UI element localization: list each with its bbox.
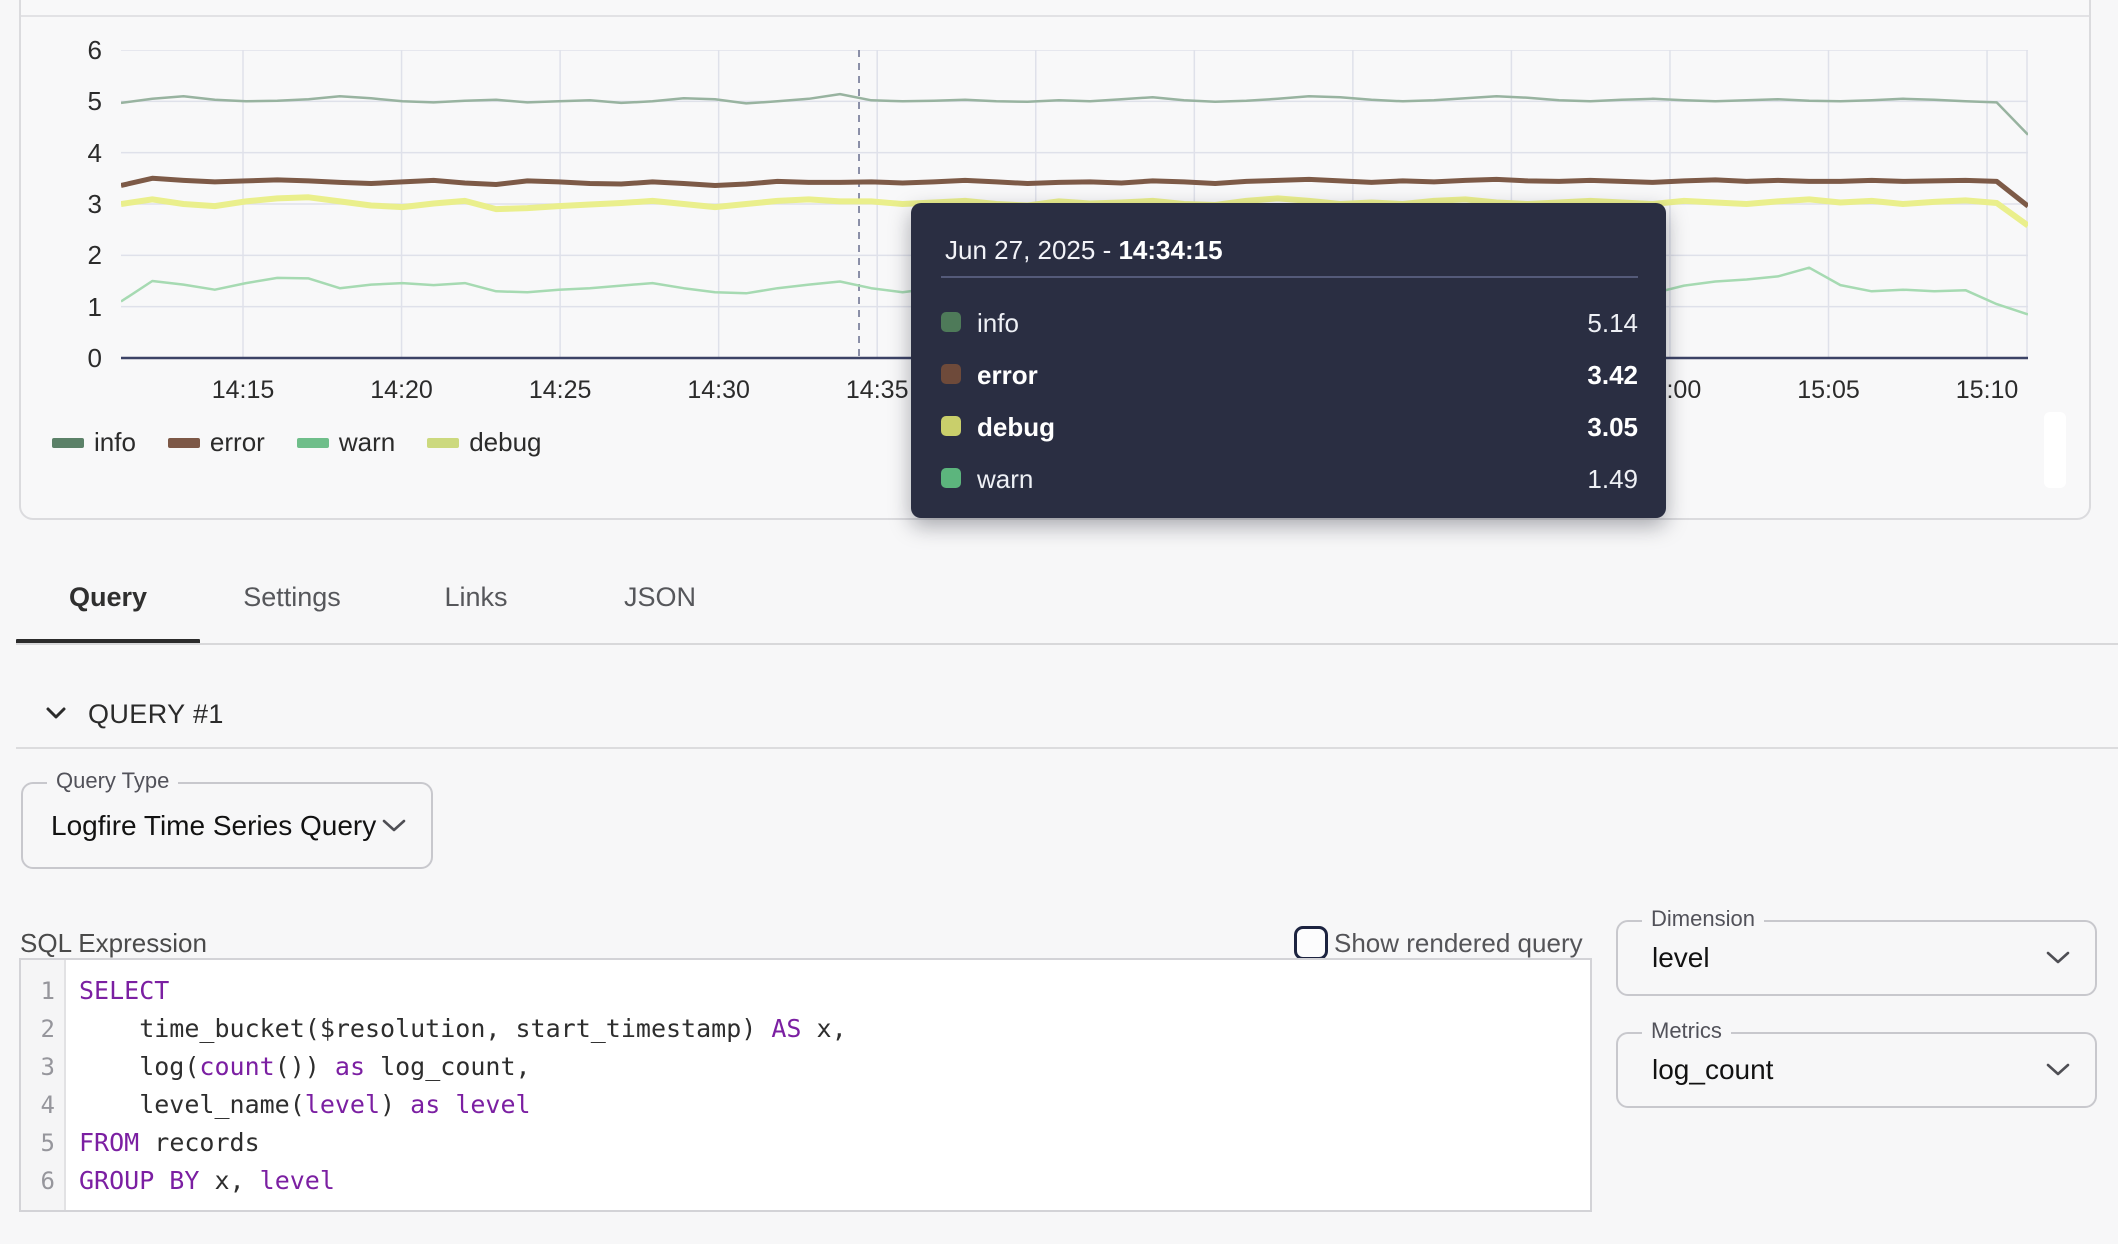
- dimension-value: level: [1652, 922, 1710, 994]
- tooltip-swatch: [941, 468, 961, 488]
- sql-code[interactable]: SELECT time_bucket($resolution, start_ti…: [68, 960, 1590, 1210]
- tooltip-series-value: 5.14: [1587, 310, 1638, 336]
- code-line: SELECT: [79, 972, 1590, 1010]
- legend-swatch: [168, 438, 200, 448]
- x-axis-tick-label: 15:10: [1942, 375, 2032, 405]
- tooltip-series-label: error: [977, 362, 1038, 388]
- chevron-down-icon: [2045, 950, 2071, 971]
- tooltip-divider: [941, 276, 1638, 278]
- tooltip-swatch: [941, 312, 961, 332]
- metrics-select[interactable]: Metrics log_count: [1616, 1032, 2097, 1108]
- line-number: 2: [21, 1010, 64, 1048]
- chart-tooltip: Jun 27, 2025 - 14:34:15 info 5.14 error 3.4…: [911, 203, 1666, 518]
- tooltip-series-value: 3.05: [1587, 414, 1638, 440]
- tab-settings[interactable]: Settings: [200, 577, 384, 617]
- y-axis-tick-label: 6: [40, 34, 102, 66]
- line-number: 6: [21, 1162, 64, 1200]
- y-axis-tick-label: 2: [40, 239, 102, 271]
- code-line: time_bucket($resolution, start_timestamp…: [79, 1010, 1590, 1048]
- line-number-gutter: 123456: [21, 960, 66, 1210]
- chart-legend: info error warn debug: [52, 427, 542, 458]
- code-line: level_name(level) as level: [79, 1086, 1590, 1124]
- line-number: 3: [21, 1048, 64, 1086]
- x-axis-tick-label: 15:05: [1784, 375, 1874, 405]
- query-type-select[interactable]: Query Type Logfire Time Series Query: [21, 782, 433, 869]
- series-line-info: [121, 94, 2028, 135]
- legend-swatch: [297, 438, 329, 448]
- y-axis-tick-label: 5: [40, 85, 102, 117]
- tab-query[interactable]: Query: [16, 577, 200, 617]
- code-line: GROUP BY x, level: [79, 1162, 1590, 1200]
- legend-label: info: [94, 427, 136, 458]
- line-number: 5: [21, 1124, 64, 1162]
- legend-item-error[interactable]: error: [168, 427, 265, 458]
- query-type-value: Logfire Time Series Query: [51, 784, 376, 867]
- y-axis-tick-label: 0: [40, 342, 102, 374]
- tooltip-series-value: 1.49: [1587, 466, 1638, 492]
- sql-editor[interactable]: 123456 SELECT time_bucket($resolution, s…: [19, 958, 1592, 1212]
- x-axis-tick-label: 14:25: [515, 375, 605, 405]
- line-number: 4: [21, 1086, 64, 1124]
- query-section-divider: [16, 747, 2118, 749]
- show-rendered-query-label: Show rendered query: [1334, 928, 1583, 959]
- legend-item-info[interactable]: info: [52, 427, 136, 458]
- y-axis-tick-label: 4: [40, 137, 102, 169]
- tab-links[interactable]: Links: [384, 577, 568, 617]
- chevron-down-icon: [2045, 1062, 2071, 1083]
- tooltip-series-label: warn: [977, 466, 1033, 492]
- legend-label: debug: [469, 427, 541, 458]
- tooltip-row-error: error 3.42: [941, 362, 1638, 388]
- tab-bar-rule: [16, 643, 2118, 645]
- panel-header-divider: [21, 15, 2089, 17]
- tooltip-swatch: [941, 364, 961, 384]
- legend-swatch: [427, 438, 459, 448]
- chevron-down-icon[interactable]: [45, 706, 67, 725]
- tooltip-row-debug: debug 3.05: [941, 414, 1638, 440]
- legend-swatch: [52, 438, 84, 448]
- y-axis-tick-label: 3: [40, 188, 102, 220]
- code-line: FROM records: [79, 1124, 1590, 1162]
- x-axis-tick-label: 14:30: [674, 375, 764, 405]
- dashboard-screen: 0123456 14:1514:2014:2514:3014:3514:4014…: [0, 0, 2118, 1244]
- legend-label: warn: [339, 427, 395, 458]
- tab-json[interactable]: JSON: [568, 577, 752, 617]
- chevron-down-icon: [381, 818, 407, 839]
- metrics-value: log_count: [1652, 1034, 1773, 1106]
- legend-item-debug[interactable]: debug: [427, 427, 541, 458]
- sql-expression-label: SQL Expression: [20, 928, 207, 959]
- code-line: log(count()) as log_count,: [79, 1048, 1590, 1086]
- tooltip-series-label: debug: [977, 414, 1055, 440]
- show-rendered-query-checkbox[interactable]: [1294, 926, 1328, 960]
- dimension-select[interactable]: Dimension level: [1616, 920, 2097, 996]
- y-axis-tick-label: 1: [40, 291, 102, 323]
- legend-item-warn[interactable]: warn: [297, 427, 395, 458]
- x-axis-tick-label: 14:35: [832, 375, 922, 405]
- tooltip-series-value: 3.42: [1587, 362, 1638, 388]
- tooltip-row-info: info 5.14: [941, 310, 1638, 336]
- line-number: 1: [21, 972, 64, 1010]
- x-axis-tick-label: 14:20: [357, 375, 447, 405]
- tooltip-timestamp: Jun 27, 2025 - 14:34:15: [945, 235, 1223, 266]
- tooltip-row-warn: warn 1.49: [941, 466, 1638, 492]
- tooltip-series-label: info: [977, 310, 1019, 336]
- x-axis-tick-label: 14:15: [198, 375, 288, 405]
- panel-tabs: QuerySettingsLinksJSON: [16, 577, 752, 617]
- scrollbar-thumb[interactable]: [2044, 412, 2066, 488]
- tooltip-swatch: [941, 416, 961, 436]
- legend-label: error: [210, 427, 265, 458]
- query-section-title[interactable]: QUERY #1: [88, 699, 224, 730]
